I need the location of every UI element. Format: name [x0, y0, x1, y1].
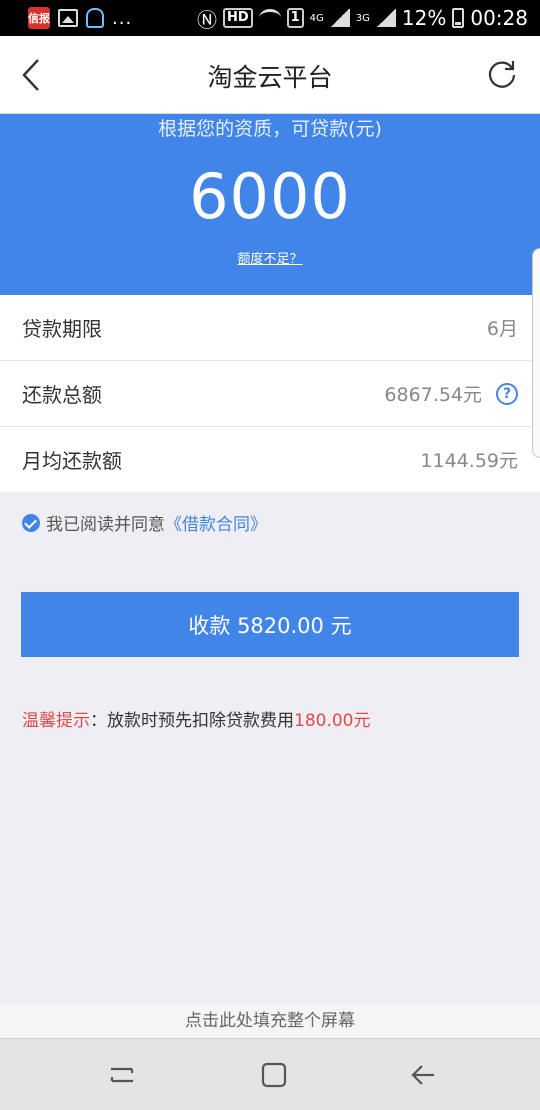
- recent-apps-button[interactable]: [106, 1059, 138, 1091]
- signal-icon-2: [375, 9, 396, 27]
- loan-term-row: 贷款期限 6月: [0, 295, 540, 361]
- app-header: 淘金云平台: [0, 36, 540, 114]
- status-bar: 信报 ... Ⓝ HD 1 4G 3G 12% 00:28: [0, 0, 540, 36]
- system-back-button[interactable]: [408, 1059, 440, 1091]
- clock: 00:28: [470, 6, 528, 30]
- home-button[interactable]: [258, 1059, 290, 1091]
- edge-panel-handle[interactable]: [532, 248, 540, 458]
- tip-prefix: 温馨提示: [22, 711, 90, 731]
- network-4g-label: 4G: [309, 12, 324, 24]
- back-arrow-icon: [411, 1065, 434, 1085]
- tip-fee-amount: 180.00元: [294, 711, 371, 731]
- total-repayment-row: 还款总额 6867.54元 ?: [0, 361, 540, 427]
- home-icon: [261, 1062, 287, 1088]
- nfc-icon: Ⓝ: [196, 7, 217, 32]
- agreement-checkbox[interactable]: [22, 513, 40, 532]
- refresh-button[interactable]: [486, 58, 518, 90]
- agreement-text: 我已阅读并同意: [46, 515, 165, 535]
- loan-contract-link[interactable]: 《借款合同》: [165, 510, 267, 535]
- row-label: 还款总额: [22, 383, 102, 407]
- fill-screen-bar[interactable]: 点击此处填充整个屏幕: [0, 1004, 540, 1038]
- loan-amount: 6000: [189, 160, 351, 233]
- warm-tip: 温馨提示：放款时预先扣除贷款费用180.00元: [22, 706, 370, 731]
- sim-badge: 1: [286, 8, 304, 28]
- row-label: 贷款期限: [22, 317, 102, 341]
- image-icon: [58, 9, 78, 27]
- news-app-icon: 信报: [28, 7, 50, 29]
- refresh-icon: [488, 61, 516, 88]
- tip-text: ：放款时预先扣除贷款费用: [90, 711, 294, 731]
- more-notifications-icon: ...: [112, 7, 133, 29]
- system-nav-bar: [0, 1038, 540, 1110]
- vpn-icon: [86, 8, 104, 28]
- monthly-repayment-row: 月均还款额 1144.59元: [0, 427, 540, 492]
- recent-apps-icon: [110, 1067, 134, 1083]
- row-value: 6867.54元: [384, 384, 482, 406]
- battery-percent: 12%: [401, 6, 447, 30]
- loan-amount-banner: 根据您的资质，可贷款(元) 6000 额度不足？: [0, 114, 540, 295]
- agreement-row: 我已阅读并同意 《借款合同》: [22, 510, 267, 535]
- wifi-icon: [258, 9, 281, 27]
- loan-details-list: 贷款期限 6月 还款总额 6867.54元 ? 月均还款额 1144.59元: [0, 295, 540, 492]
- network-3g-label: 3G: [355, 12, 370, 24]
- page-title: 淘金云平台: [207, 63, 333, 92]
- hd-badge: HD: [222, 8, 253, 28]
- signal-icon: [329, 9, 350, 27]
- receive-payment-button[interactable]: 收款 5820.00 元: [21, 592, 519, 657]
- battery-icon: [452, 8, 465, 28]
- row-label: 月均还款额: [22, 449, 122, 473]
- insufficient-quota-link[interactable]: 额度不足？: [0, 248, 540, 267]
- row-value: 6月: [486, 318, 518, 340]
- loan-eligibility-text: 根据您的资质，可贷款(元): [158, 118, 382, 140]
- help-icon[interactable]: ?: [496, 382, 518, 405]
- row-value: 1144.59元: [420, 450, 518, 472]
